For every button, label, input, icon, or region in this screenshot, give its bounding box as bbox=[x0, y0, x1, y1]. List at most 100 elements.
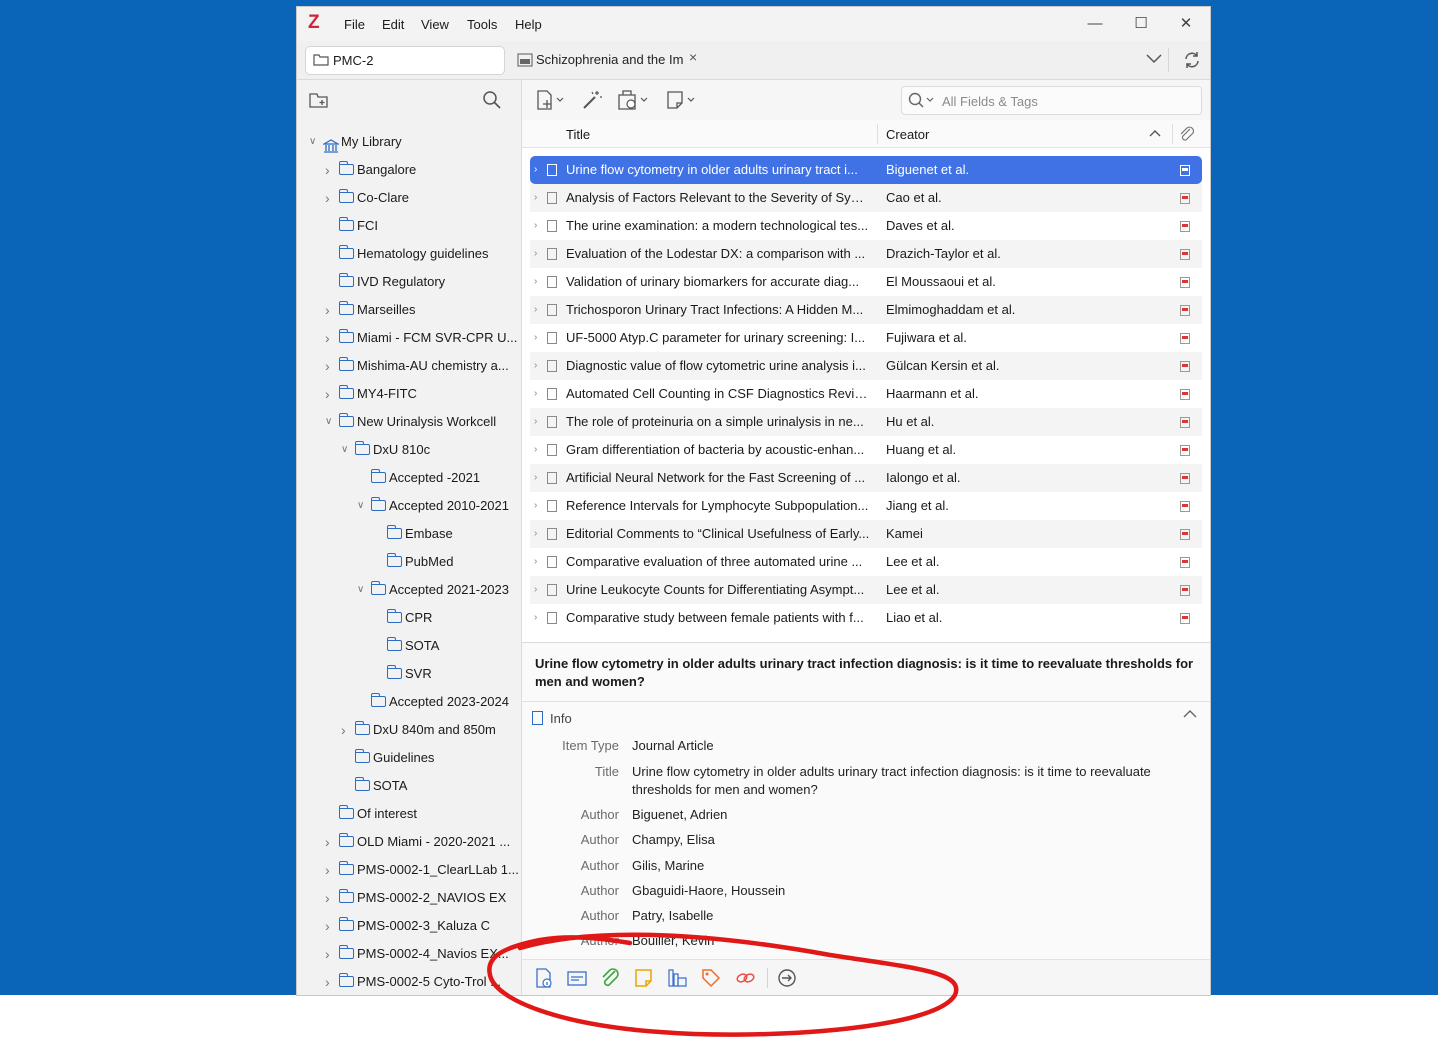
item-row[interactable]: › Automated Cell Counting in CSF Diagnost… bbox=[530, 380, 1202, 408]
tree-item[interactable]: SOTA bbox=[297, 632, 519, 660]
tags-icon[interactable] bbox=[701, 968, 721, 988]
menu-file[interactable]: File bbox=[344, 17, 365, 32]
chevron-down-icon[interactable]: ∨ bbox=[341, 436, 353, 464]
tree-item[interactable]: ∨ New Urinalysis Workcell bbox=[297, 408, 519, 436]
attachment-column-icon[interactable] bbox=[1178, 125, 1196, 143]
pdf-attachment-icon[interactable] bbox=[1180, 389, 1190, 400]
chevron-right-icon[interactable]: › bbox=[534, 604, 537, 632]
pdf-attachment-icon[interactable] bbox=[1180, 361, 1190, 372]
field-value[interactable]: Champy, Elisa bbox=[632, 831, 1182, 849]
menu-view[interactable]: View bbox=[421, 17, 449, 32]
item-row[interactable]: › Urine flow cytometry in older adults ur… bbox=[530, 156, 1202, 184]
chevron-down-icon[interactable]: ∨ bbox=[357, 576, 369, 604]
chevron-right-icon[interactable]: › bbox=[534, 296, 537, 324]
pdf-attachment-icon[interactable] bbox=[1180, 333, 1190, 344]
pdf-attachment-icon[interactable] bbox=[1180, 249, 1190, 260]
tree-item[interactable]: CPR bbox=[297, 604, 519, 632]
menu-tools[interactable]: Tools bbox=[467, 17, 497, 32]
field-value[interactable]: Gilis, Marine bbox=[632, 857, 1182, 875]
item-row[interactable]: › Comparative evaluation of three automat… bbox=[530, 548, 1202, 576]
chevron-right-icon[interactable]: › bbox=[534, 548, 537, 576]
item-row[interactable]: › UF-5000 Atyp.C parameter for urinary sc… bbox=[530, 324, 1202, 352]
tree-item[interactable]: › DxU 840m and 850m bbox=[297, 716, 519, 744]
tree-item[interactable]: › PMS-0002-3_Kaluza C bbox=[297, 912, 519, 940]
chevron-right-icon[interactable]: › bbox=[534, 492, 537, 520]
chevron-right-icon[interactable]: › bbox=[325, 380, 337, 408]
column-separator[interactable] bbox=[877, 124, 878, 144]
locate-icon[interactable] bbox=[777, 968, 797, 988]
tree-item[interactable]: › PMS-0002-5 Cyto-Trol ... bbox=[297, 968, 519, 995]
tree-item[interactable]: Of interest bbox=[297, 800, 519, 828]
tree-item[interactable]: › Mishima-AU chemistry a... bbox=[297, 352, 519, 380]
chevron-right-icon[interactable]: › bbox=[325, 352, 337, 380]
tree-item[interactable]: Guidelines bbox=[297, 744, 519, 772]
pdf-attachment-icon[interactable] bbox=[1180, 557, 1190, 568]
chevron-right-icon[interactable]: › bbox=[325, 184, 337, 212]
info-icon[interactable] bbox=[534, 968, 554, 988]
item-row[interactable]: › The urine examination: a modern technol… bbox=[530, 212, 1202, 240]
column-creator[interactable]: Creator bbox=[886, 127, 929, 142]
tree-item[interactable]: › OLD Miami - 2020-2021 ... bbox=[297, 828, 519, 856]
item-row[interactable]: › Editorial Comments to “Clinical Usefuln… bbox=[530, 520, 1202, 548]
new-item-icon[interactable] bbox=[536, 89, 566, 111]
new-collection-icon[interactable] bbox=[309, 91, 329, 109]
menu-help[interactable]: Help bbox=[515, 17, 542, 32]
magic-wand-icon[interactable] bbox=[581, 89, 603, 111]
pdf-attachment-icon[interactable] bbox=[1180, 193, 1190, 204]
tree-item[interactable]: Embase bbox=[297, 520, 519, 548]
field-value[interactable]: Bouiller, Kévin bbox=[632, 932, 1182, 950]
field-value[interactable]: Biguenet, Adrien bbox=[632, 806, 1182, 824]
tree-item[interactable]: › PMS-0002-2_NAVIOS EX bbox=[297, 884, 519, 912]
tree-item[interactable]: Accepted 2023-2024 bbox=[297, 688, 519, 716]
column-title[interactable]: Title bbox=[566, 127, 590, 142]
menu-edit[interactable]: Edit bbox=[382, 17, 404, 32]
tree-item[interactable]: ∨ My Library bbox=[297, 128, 519, 156]
chevron-right-icon[interactable]: › bbox=[325, 940, 337, 968]
pdf-attachment-icon[interactable] bbox=[1180, 305, 1190, 316]
chevron-right-icon[interactable]: › bbox=[534, 408, 537, 436]
item-row[interactable]: › Validation of urinary biomarkers for ac… bbox=[530, 268, 1202, 296]
chevron-right-icon[interactable]: › bbox=[325, 296, 337, 324]
chevron-right-icon[interactable]: › bbox=[534, 324, 537, 352]
chevron-right-icon[interactable]: › bbox=[534, 212, 537, 240]
chevron-right-icon[interactable]: › bbox=[325, 828, 337, 856]
pdf-attachment-icon[interactable] bbox=[1180, 417, 1190, 428]
item-row[interactable]: › Comparative study between female patien… bbox=[530, 604, 1202, 632]
chevron-right-icon[interactable]: › bbox=[325, 884, 337, 912]
tree-item[interactable]: SOTA bbox=[297, 772, 519, 800]
tree-item[interactable]: ∨ Accepted 2021-2023 bbox=[297, 576, 519, 604]
sync-icon[interactable] bbox=[1183, 51, 1201, 69]
search-field[interactable]: All Fields & Tags bbox=[901, 86, 1202, 115]
attachments-icon[interactable] bbox=[600, 968, 620, 988]
pdf-attachment-icon[interactable] bbox=[1180, 445, 1190, 456]
tab-library[interactable]: PMC-2 bbox=[305, 46, 505, 75]
close-icon[interactable]: ✕ bbox=[1174, 13, 1198, 35]
chevron-right-icon[interactable]: › bbox=[534, 352, 537, 380]
tree-item[interactable]: › Co-Clare bbox=[297, 184, 519, 212]
sort-ascending-icon[interactable] bbox=[1149, 129, 1161, 138]
tree-item[interactable]: ∨ DxU 810c bbox=[297, 436, 519, 464]
minimize-icon[interactable]: — bbox=[1083, 13, 1107, 35]
item-row[interactable]: › The role of proteinuria on a simple uri… bbox=[530, 408, 1202, 436]
tree-item[interactable]: › Marseilles bbox=[297, 296, 519, 324]
tree-item[interactable]: › PMS-0002-1_ClearLLab 1... bbox=[297, 856, 519, 884]
tree-item[interactable]: › Bangalore bbox=[297, 156, 519, 184]
chevron-right-icon[interactable]: › bbox=[534, 268, 537, 296]
info-section-header[interactable]: Info bbox=[532, 711, 572, 726]
related-icon[interactable] bbox=[735, 968, 755, 988]
item-row[interactable]: › Analysis of Factors Relevant to the Sev… bbox=[530, 184, 1202, 212]
add-attachment-icon[interactable] bbox=[617, 89, 651, 111]
abstract-icon[interactable] bbox=[567, 968, 587, 988]
pdf-attachment-icon[interactable] bbox=[1180, 277, 1190, 288]
chevron-right-icon[interactable]: › bbox=[325, 856, 337, 884]
tree-item[interactable]: Accepted -2021 bbox=[297, 464, 519, 492]
tree-item[interactable]: IVD Regulatory bbox=[297, 268, 519, 296]
chevron-down-icon[interactable]: ∨ bbox=[357, 492, 369, 520]
chevron-right-icon[interactable]: › bbox=[325, 324, 337, 352]
field-value[interactable]: Urine flow cytometry in older adults uri… bbox=[632, 763, 1182, 799]
maximize-icon[interactable]: ☐ bbox=[1129, 13, 1153, 35]
chevron-right-icon[interactable]: › bbox=[534, 436, 537, 464]
item-row[interactable]: › Diagnostic value of flow cytometric uri… bbox=[530, 352, 1202, 380]
item-row[interactable]: › Urine Leukocyte Counts for Differentiat… bbox=[530, 576, 1202, 604]
chevron-right-icon[interactable]: › bbox=[325, 968, 337, 995]
